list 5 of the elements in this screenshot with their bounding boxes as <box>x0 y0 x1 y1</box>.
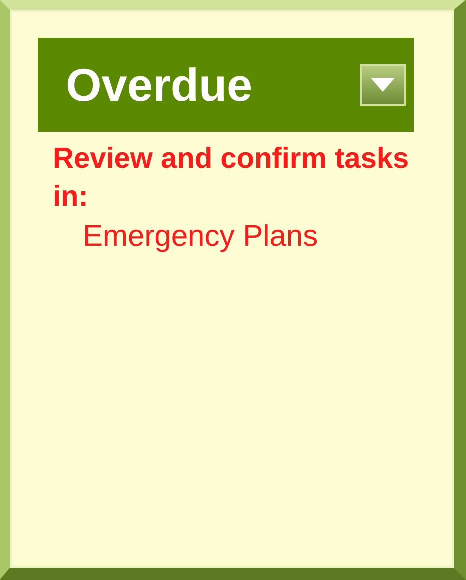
dropdown-button[interactable] <box>360 64 406 106</box>
task-link[interactable]: Emergency Plans <box>83 218 414 256</box>
caret-icon <box>371 78 395 92</box>
panel-title: Overdue <box>66 58 253 112</box>
message-heading: Review and confirm tasks in: <box>53 142 410 215</box>
